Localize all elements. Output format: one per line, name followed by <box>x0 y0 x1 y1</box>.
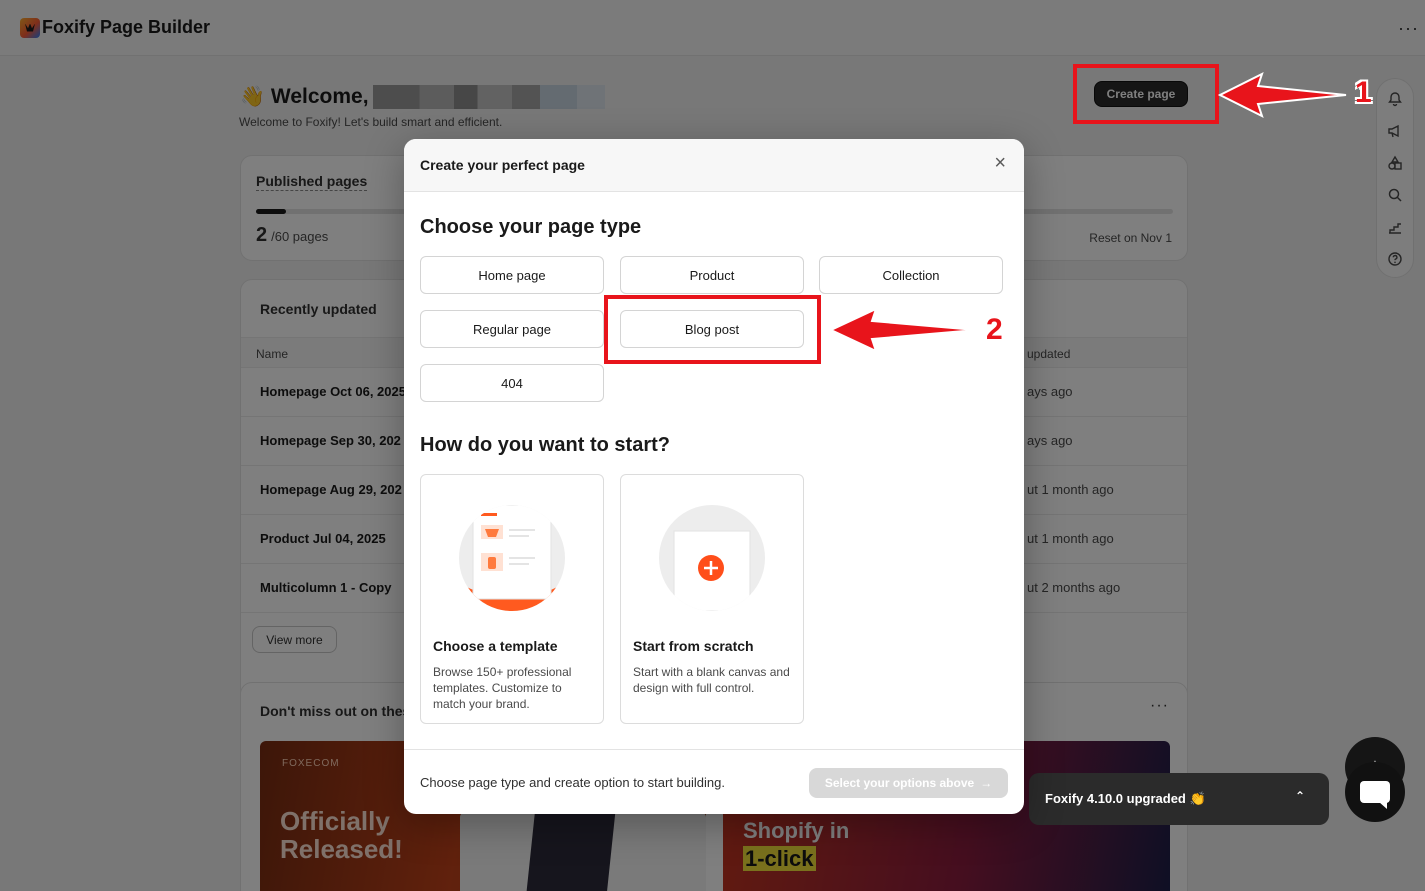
page-type-collection[interactable]: Collection <box>819 256 1003 294</box>
toast-text: Foxify 4.10.0 upgraded 👏 <box>1045 791 1206 806</box>
modal-footer: Choose page type and create option to st… <box>404 749 1024 814</box>
page-type-404[interactable]: 404 <box>420 364 604 402</box>
choose-template-option[interactable]: Choose a template Browse 150+ profession… <box>420 474 604 724</box>
close-icon[interactable]: × <box>994 153 1006 173</box>
start-option-heading: How do you want to start? <box>420 434 670 456</box>
template-illustration-icon <box>459 505 565 611</box>
footer-hint: Choose page type and create option to st… <box>420 775 725 790</box>
annotation-number-2: 2 <box>986 313 1003 346</box>
modal-title: Create your perfect page <box>420 157 585 173</box>
annotation-box-1 <box>1073 64 1219 124</box>
blank-canvas-illustration-icon <box>659 505 765 611</box>
create-page-modal: Create your perfect page × Choose your p… <box>404 139 1024 814</box>
annotation-box-2 <box>604 295 821 364</box>
option-title: Start from scratch <box>633 638 754 654</box>
select-options-button[interactable]: Select your options above → <box>809 768 1008 798</box>
start-from-scratch-option[interactable]: Start from scratch Start with a blank ca… <box>620 474 804 724</box>
page-type-heading: Choose your page type <box>420 216 642 238</box>
page-type-home[interactable]: Home page <box>420 256 604 294</box>
annotation-number-1: 1 <box>1355 76 1372 109</box>
arrow-right-icon: → <box>980 776 993 790</box>
option-description: Start with a blank canvas and design wit… <box>633 665 790 695</box>
option-title: Choose a template <box>433 638 558 654</box>
annotation-arrow-1-icon <box>1218 72 1347 118</box>
page-type-product[interactable]: Product <box>620 256 804 294</box>
select-options-label: Select your options above <box>824 776 975 790</box>
modal-header: Create your perfect page × <box>404 139 1024 192</box>
annotation-arrow-2-icon <box>828 307 977 352</box>
option-description: Browse 150+ professional templates. Cust… <box>433 665 572 711</box>
chat-launcher-button[interactable] <box>1345 762 1405 822</box>
chat-bubble-icon <box>1360 781 1390 809</box>
chevron-up-icon[interactable]: ⌃ <box>1295 789 1305 803</box>
upgrade-toast[interactable]: Foxify 4.10.0 upgraded 👏 ⌃ <box>1029 773 1329 825</box>
page-type-regular[interactable]: Regular page <box>420 310 604 348</box>
